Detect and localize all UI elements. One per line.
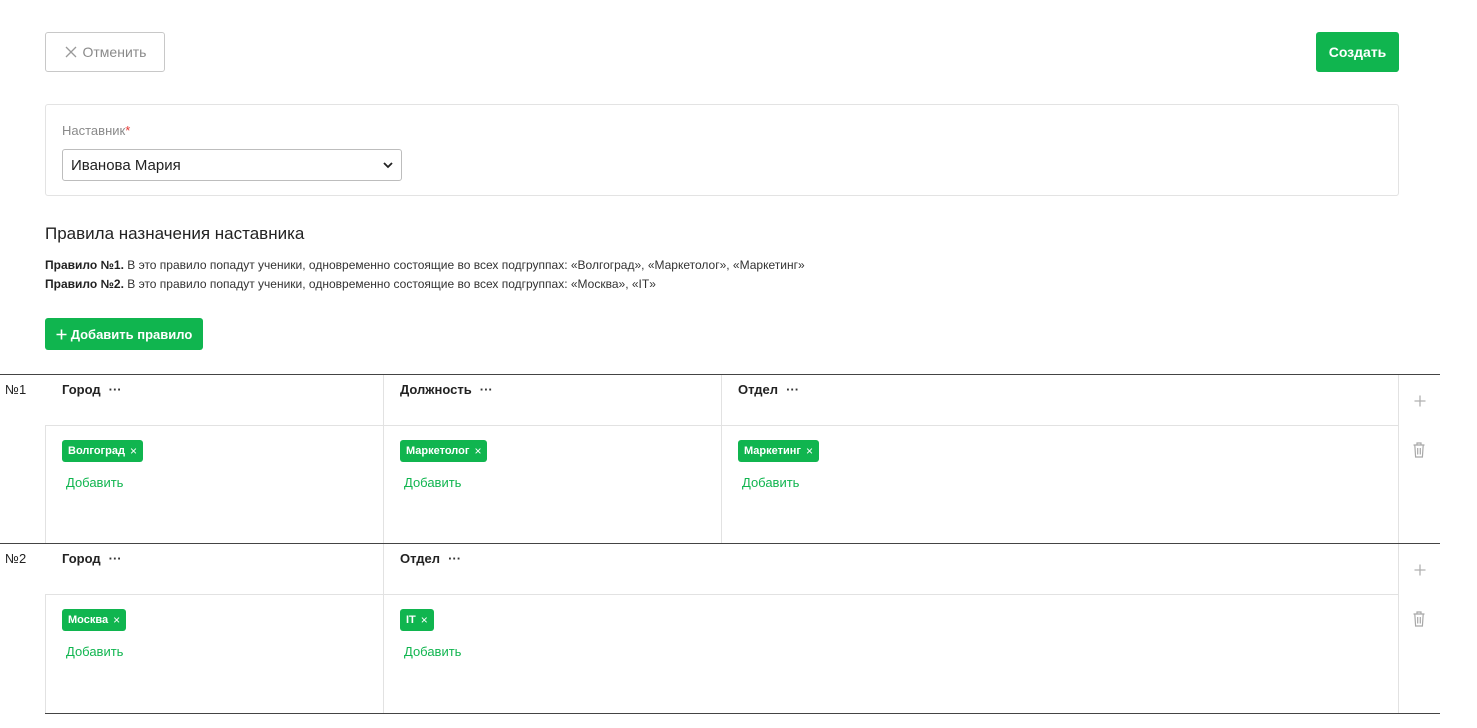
column-divider xyxy=(1398,375,1399,544)
tag-label: IT xyxy=(406,614,416,626)
column-header-label: Отдел xyxy=(400,551,441,566)
rule-number: №1 xyxy=(5,382,27,397)
plus-icon[interactable] xyxy=(1414,395,1426,407)
add-value-link[interactable]: Добавить xyxy=(66,475,123,490)
rule-prefix: Правило №2. xyxy=(45,277,124,291)
rule-description-1: Правило №1. В это правило попадут ученик… xyxy=(45,258,805,272)
tag-label: Москва xyxy=(68,614,109,626)
header-divider xyxy=(45,425,1399,426)
trash-icon[interactable] xyxy=(1413,442,1425,458)
more-options-icon[interactable]: ··· xyxy=(109,382,122,397)
column-header-position: Должность ··· xyxy=(400,382,493,397)
rule-text: В это правило попадут ученики, одновреме… xyxy=(123,258,805,272)
filter-tag: Маркетинг × xyxy=(738,440,820,462)
plus-icon xyxy=(56,329,67,339)
rule-text: В это правило попадут ученики, одновреме… xyxy=(123,277,656,291)
add-rule-button[interactable]: Добавить правило xyxy=(45,318,203,350)
rule-bottom-border xyxy=(45,713,1440,714)
more-options-icon[interactable]: ··· xyxy=(448,551,461,566)
create-button-label: Создать xyxy=(1328,44,1387,60)
mentor-selected-value: Иванова Мария xyxy=(71,156,181,174)
more-options-icon[interactable]: ··· xyxy=(480,382,493,397)
mentor-card: Наставник* Иванова Мария xyxy=(45,104,1399,196)
tag-remove-icon[interactable]: × xyxy=(130,444,137,458)
add-value-link[interactable]: Добавить xyxy=(404,475,461,490)
filter-tag: Москва × xyxy=(62,609,127,631)
rules-title: Правила назначения наставника xyxy=(45,224,305,243)
plus-icon[interactable] xyxy=(1414,564,1426,576)
required-mark: * xyxy=(125,123,131,138)
column-divider xyxy=(45,594,46,713)
column-header-label: Город xyxy=(62,551,101,566)
add-rule-label: Добавить правило xyxy=(70,326,193,342)
column-header-city: Город ··· xyxy=(62,382,122,397)
rule-block-1: №1 Город ··· Волгоград × Добавить Должно… xyxy=(0,374,1440,544)
tag-label: Волгоград xyxy=(68,445,125,457)
mentor-select[interactable]: Иванова Мария xyxy=(62,149,402,181)
filter-tag: Волгоград × xyxy=(62,440,143,462)
more-options-icon[interactable]: ··· xyxy=(786,382,799,397)
column-header-label: Отдел xyxy=(738,382,779,397)
column-header-label: Должность xyxy=(400,382,472,397)
add-value-link[interactable]: Добавить xyxy=(66,644,123,659)
more-options-icon[interactable]: ··· xyxy=(109,551,122,566)
column-header-city: Город ··· xyxy=(62,551,122,566)
rule-prefix: Правило №1. xyxy=(45,258,124,272)
column-header-label: Город xyxy=(62,382,101,397)
tag-remove-icon[interactable]: × xyxy=(113,613,120,627)
tag-label: Маркетинг xyxy=(744,445,801,457)
rule-number: №2 xyxy=(5,551,27,566)
column-divider xyxy=(1398,544,1399,713)
add-value-link[interactable]: Добавить xyxy=(404,644,461,659)
chevron-down-icon xyxy=(383,162,393,169)
filter-tag: Маркетолог × xyxy=(400,440,488,462)
cancel-button-label: Отменить xyxy=(82,44,147,60)
column-divider xyxy=(45,425,46,544)
create-button[interactable]: Создать xyxy=(1316,32,1399,72)
column-header-department: Отдел ··· xyxy=(400,551,461,566)
rule-description-2: Правило №2. В это правило попадут ученик… xyxy=(45,277,656,291)
mentor-field-label: Наставник* xyxy=(62,123,130,138)
column-header-department: Отдел ··· xyxy=(738,382,799,397)
add-value-link[interactable]: Добавить xyxy=(742,475,799,490)
tag-label: Маркетолог xyxy=(406,445,470,457)
filter-tag: IT × xyxy=(400,609,434,631)
tag-remove-icon[interactable]: × xyxy=(806,444,813,458)
cancel-button[interactable]: Отменить xyxy=(45,32,165,72)
rule-block-2: №2 Город ··· Москва × Добавить Отдел ···… xyxy=(0,543,1440,714)
header-divider xyxy=(45,594,1399,595)
column-divider xyxy=(383,375,384,544)
tag-remove-icon[interactable]: × xyxy=(421,613,428,627)
column-divider xyxy=(383,544,384,713)
tag-remove-icon[interactable]: × xyxy=(474,444,481,458)
trash-icon[interactable] xyxy=(1413,611,1425,627)
close-icon xyxy=(65,46,76,58)
mentor-label-text: Наставник xyxy=(62,123,126,138)
column-divider xyxy=(721,375,722,544)
